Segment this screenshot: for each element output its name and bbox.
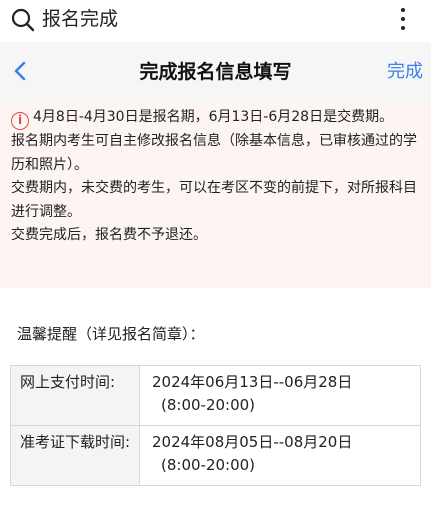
notice-line: 交费期内，未交费的考生，可以在考区不变的前提下，对所报科目进行调整。 bbox=[11, 180, 417, 220]
table-row: 网上支付时间: 2024年06月13日--06月28日 (8:00-20:00) bbox=[10, 365, 421, 426]
reminder-title: 温馨提醒（详见报名简章）： bbox=[17, 325, 205, 343]
search-bar[interactable]: 报名完成 bbox=[0, 0, 431, 42]
more-vertical-icon[interactable] bbox=[397, 6, 409, 36]
payment-time-label: 网上支付时间: bbox=[10, 365, 140, 426]
nav-bar: 完成报名信息填写 完成 bbox=[0, 42, 431, 100]
notice-line: i 4月8日-4月30日是报名期，6月13日-6月28日是交费期。 bbox=[11, 106, 421, 130]
schedule-table: 网上支付时间: 2024年06月13日--06月28日 (8:00-20:00)… bbox=[10, 365, 421, 486]
search-icon bbox=[11, 8, 35, 32]
notice-panel: i 4月8日-4月30日是报名期，6月13日-6月28日是交费期。 报名期内考生可… bbox=[0, 100, 431, 288]
admission-ticket-value: 2024年08月05日--08月20日 (8:00-20:00) bbox=[139, 425, 421, 486]
page-title: 完成报名信息填写 bbox=[139, 61, 292, 83]
notice-line: 交费完成后，报名费不予退还。 bbox=[11, 227, 207, 243]
done-button[interactable]: 完成 bbox=[387, 58, 423, 86]
search-query[interactable]: 报名完成 bbox=[42, 5, 118, 33]
notice-line: 报名期内考生可自主修改报名信息（除基本信息，已审核通过的学历和照片）。 bbox=[11, 133, 417, 173]
admission-hours: (8:00-20:00) bbox=[161, 456, 256, 474]
admission-date: 2024年08月05日--08月20日 bbox=[152, 433, 353, 451]
payment-date: 2024年06月13日--06月28日 bbox=[152, 373, 353, 391]
payment-time-value: 2024年06月13日--06月28日 (8:00-20:00) bbox=[139, 365, 421, 426]
table-row: 准考证下载时间: 2024年08月05日--08月20日 (8:00-20:00… bbox=[10, 425, 421, 486]
payment-hours: (8:00-20:00) bbox=[161, 396, 256, 414]
info-icon: i bbox=[11, 112, 29, 130]
admission-ticket-label: 准考证下载时间: bbox=[10, 425, 140, 486]
section-divider bbox=[0, 288, 431, 304]
